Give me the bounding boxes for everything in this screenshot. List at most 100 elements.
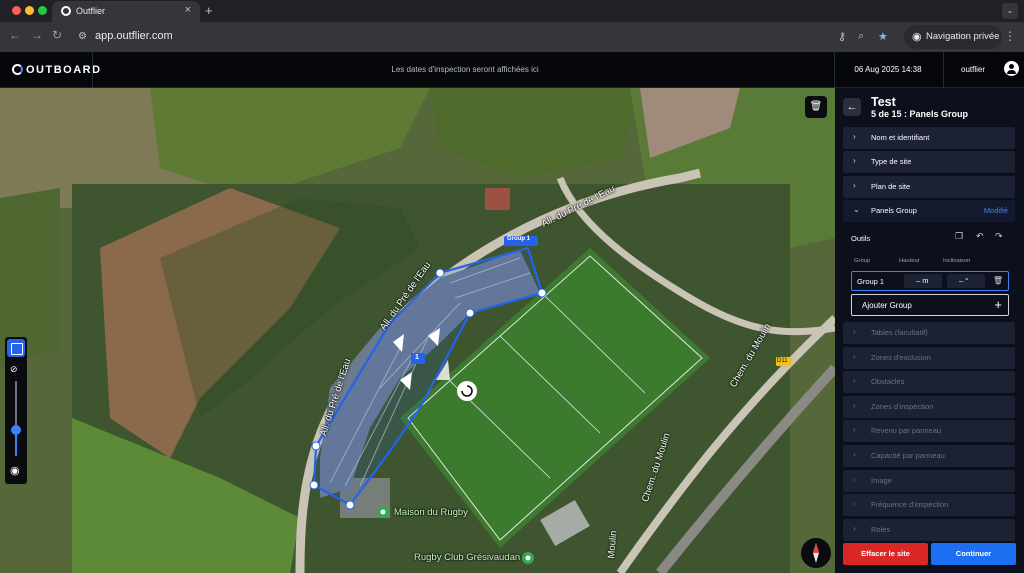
chevron-right-icon: ›: [853, 474, 856, 484]
current-datetime: 06 Aug 2025 14:38: [854, 65, 922, 74]
password-key-icon[interactable]: ⚷: [838, 30, 846, 43]
back-arrow-icon[interactable]: ←: [9, 28, 21, 42]
chevron-right-icon: ›: [853, 156, 856, 165]
username[interactable]: outflier: [961, 65, 985, 74]
column-header-hauteur: Hauteur: [899, 258, 920, 264]
inspection-dates-notice: Les dates d'inspection seront affichées …: [391, 65, 539, 74]
section-nom-et-identifiant[interactable]: › Nom et identifiant: [843, 127, 1015, 149]
chevron-right-icon: ›: [853, 132, 856, 141]
chevron-right-icon: ›: [853, 327, 856, 336]
opacity-slider-thumb[interactable]: [11, 424, 21, 435]
maximize-window-button[interactable]: [38, 6, 47, 15]
incognito-icon: ◉: [912, 31, 922, 43]
browser-menu-icon[interactable]: ⋮: [1004, 29, 1016, 43]
browser-tab[interactable]: Outflier ×: [52, 1, 200, 22]
tab-close-icon[interactable]: ×: [185, 4, 191, 16]
logo-text: OUTBOARD: [26, 64, 102, 76]
chevron-right-icon: ›: [853, 425, 856, 435]
tilt-value: – °: [959, 276, 969, 285]
tilt-input[interactable]: – °: [947, 274, 985, 288]
layer-toggle-button[interactable]: [7, 339, 25, 357]
chevron-right-icon: ›: [853, 400, 856, 410]
back-arrow-icon[interactable]: ←: [843, 98, 861, 116]
section-item[interactable]: › Capacité par panneau: [843, 445, 1015, 467]
poi-label[interactable]: Maison du Rugby: [394, 507, 468, 518]
section-label: Nom et identifiant: [871, 133, 930, 142]
section-item[interactable]: › Obstacles: [843, 371, 1015, 394]
chevron-right-icon: ›: [853, 523, 856, 533]
section-panels-group[interactable]: ⌄ Panels Group Modifié: [843, 200, 1015, 222]
section-plan-de-site[interactable]: › Plan de site: [843, 176, 1015, 198]
column-header-inclinaison: Inclinaison: [943, 258, 971, 264]
section-label: Roles: [871, 524, 891, 534]
copy-icon[interactable]: ❐: [955, 231, 963, 242]
chevron-right-icon: ›: [853, 351, 856, 361]
add-group-label: Ajouter Group: [862, 301, 912, 310]
satellite-map[interactable]: Group 1 1 All. du Pré de l'Eau All. du P…: [0, 88, 835, 573]
section-item[interactable]: › Fréquence d'inspection: [843, 494, 1015, 517]
private-browsing-label: Navigation privée: [926, 31, 1000, 42]
user-avatar-icon[interactable]: [1004, 61, 1019, 76]
opacity-slider[interactable]: [15, 381, 17, 456]
section-item[interactable]: › Roles: [843, 518, 1015, 541]
new-tab-button[interactable]: +: [205, 3, 213, 18]
redo-icon[interactable]: ↷: [995, 231, 1003, 242]
browser-tab-bar: Outflier × + ⌄: [0, 0, 1024, 22]
minimize-window-button[interactable]: [25, 6, 34, 15]
section-type-de-site[interactable]: › Type de site: [843, 151, 1015, 173]
zoom-icon[interactable]: ⌕: [858, 30, 864, 43]
section-item[interactable]: › Tables (facultatif): [843, 322, 1015, 344]
section-label: Revenu par panneau: [871, 426, 942, 436]
continue-button[interactable]: Continuer: [931, 543, 1016, 565]
delete-site-button[interactable]: Effacer le site: [843, 543, 928, 565]
map-imagery: [0, 88, 835, 573]
height-input[interactable]: – m: [904, 274, 942, 288]
tab-title: Outflier: [76, 6, 106, 16]
chevron-right-icon: ›: [853, 181, 856, 190]
column-header-group: Group: [854, 258, 871, 264]
panel-title: Test: [871, 95, 896, 109]
group-name: Group 1: [857, 277, 885, 286]
header-divider: [943, 52, 944, 88]
visibility-off-icon[interactable]: ⊘: [10, 364, 18, 375]
compass-icon[interactable]: [801, 538, 831, 568]
close-window-button[interactable]: [12, 6, 21, 15]
reload-icon[interactable]: ↻: [52, 28, 62, 42]
tab-search-button[interactable]: ⌄: [1002, 3, 1018, 19]
header-divider: [92, 52, 93, 88]
site-info-icon[interactable]: ⚙: [78, 31, 87, 42]
section-item[interactable]: › Zones d'inspection: [843, 395, 1015, 418]
section-label: Type de site: [871, 157, 912, 166]
group-index-label: 1: [415, 354, 419, 361]
add-group-button[interactable]: Ajouter Group +: [851, 294, 1009, 316]
section-label: Obstacles: [871, 377, 905, 387]
delete-shape-button[interactable]: 🗑: [805, 96, 827, 118]
section-label: Plan de site: [871, 182, 911, 191]
bookmark-star-icon[interactable]: ★: [878, 30, 888, 43]
section-item[interactable]: › Image: [843, 469, 1015, 492]
modified-badge: Modifié: [983, 206, 1008, 215]
poi-label[interactable]: Rugby Club Grésivaudan: [414, 552, 520, 563]
browser-toolbar: ← → ↻ ⚙ app.outflier.com ⚷ ⌕ ★ ◉ Navigat…: [0, 22, 1024, 52]
section-label: Tables (facultatif): [871, 328, 928, 337]
section-item[interactable]: › Revenu par panneau: [843, 420, 1015, 443]
step-indicator: 5 de 15 : Panels Group: [871, 109, 969, 119]
chevron-down-icon: ⌄: [853, 205, 860, 214]
section-label: Fréquence d'inspection: [871, 500, 949, 510]
trash-icon[interactable]: 🗑: [993, 276, 1003, 285]
forward-arrow-icon[interactable]: →: [31, 28, 43, 42]
section-item[interactable]: › Zones d'exclusion: [843, 346, 1015, 369]
private-browsing-badge[interactable]: ◉ Navigation privée: [904, 25, 1002, 49]
group-row[interactable]: Group 1 – m – ° 🗑: [851, 271, 1009, 291]
eye-icon[interactable]: ◉: [10, 464, 20, 477]
chevron-right-icon: ›: [853, 376, 856, 386]
tools-label: Outils: [851, 234, 871, 243]
section-label: Zones d'exclusion: [871, 352, 931, 362]
outflier-favicon-icon: [61, 6, 71, 16]
chevron-right-icon: ›: [853, 499, 856, 509]
undo-icon[interactable]: ↶: [976, 231, 984, 242]
address-bar[interactable]: app.outflier.com: [95, 30, 173, 42]
section-label: Zones d'inspection: [871, 401, 934, 411]
group-tag-label[interactable]: Group 1: [507, 236, 530, 242]
plus-icon: +: [994, 297, 1002, 312]
